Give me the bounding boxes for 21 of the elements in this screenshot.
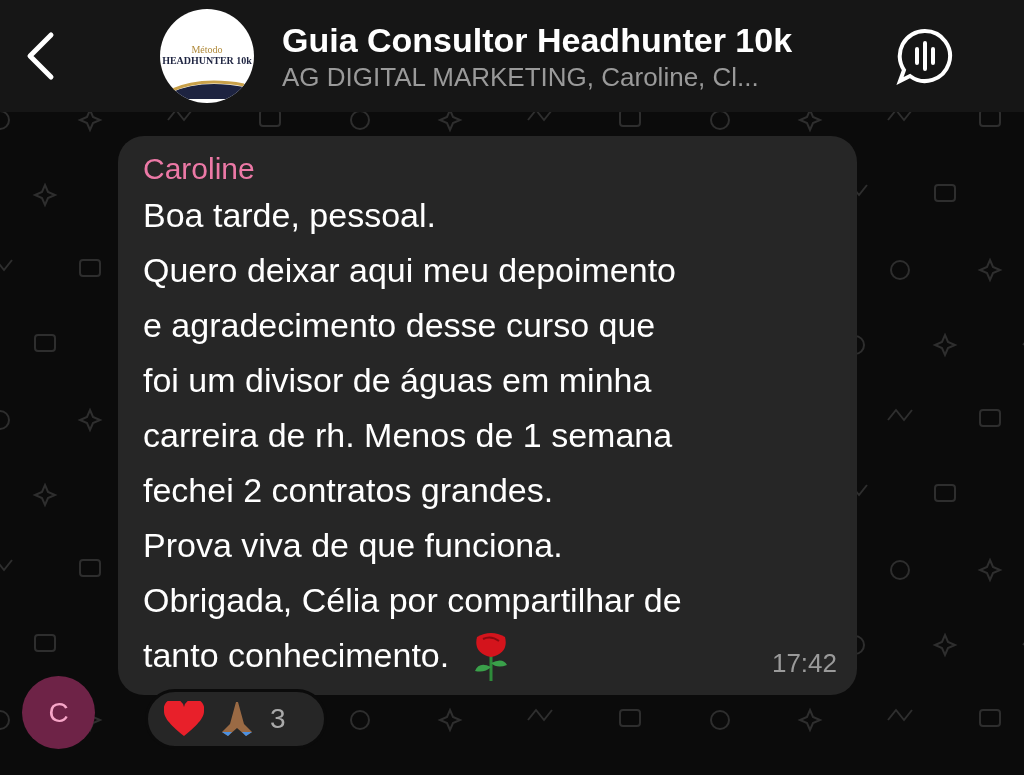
message-text: fechei 2 contratos grandes.: [143, 470, 554, 511]
message-text: Boa tarde, pessoal.: [143, 195, 436, 236]
voice-chat-icon[interactable]: [896, 27, 954, 85]
group-logo[interactable]: Método HEADHUNTER 10k: [160, 9, 254, 103]
sender-name: Caroline: [143, 151, 256, 187]
message-text: Obrigada, Célia por compartilhar de: [143, 580, 682, 621]
chat-members: AG DIGITAL MARKETING, Caroline, Cl...: [282, 61, 760, 93]
message-text: e agradecimento desse curso que: [143, 305, 656, 346]
heart-icon: [164, 701, 204, 737]
message-text: Prova viva de que funciona.: [143, 525, 563, 566]
message-text: foi um divisor de águas em minha: [143, 360, 652, 401]
message-text: tanto conhecimento.: [143, 635, 450, 676]
reaction-count: 3: [270, 702, 286, 736]
logo-text: HEADHUNTER 10k: [162, 54, 252, 68]
message-text: Quero deixar aqui meu depoimento: [143, 250, 676, 291]
sender-avatar[interactable]: C: [22, 676, 95, 749]
chat-title: Guia Consultor Headhunter 10k: [282, 20, 793, 61]
message-text: carreira de rh. Menos de 1 semana: [143, 415, 673, 456]
logo-text: Método: [191, 44, 223, 55]
message-time: 17:42: [771, 647, 837, 680]
reactions-pill[interactable]: 3: [145, 689, 327, 749]
